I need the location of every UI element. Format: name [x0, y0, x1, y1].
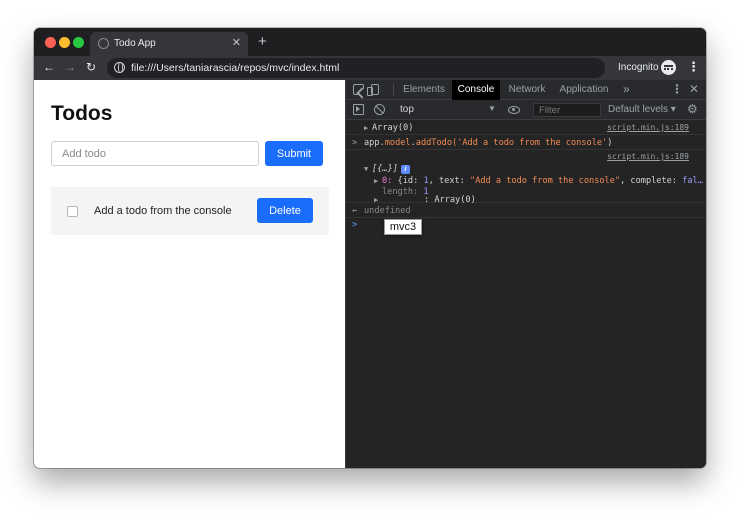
tab-title: Todo App	[114, 38, 156, 49]
forward-button[interactable]: →	[64, 60, 76, 74]
source-link[interactable]: script.min.js:189	[607, 123, 689, 132]
address-bar[interactable]: file:///Users/taniarascia/repos/mvc/inde…	[107, 58, 605, 78]
console-filter-bar: top ▼ Default levels ▾ ⚙	[346, 100, 706, 120]
array-length: length: 1	[382, 187, 429, 197]
array-summary[interactable]: [{…}] i	[372, 164, 410, 174]
browser-menu-button[interactable]: ⋮	[687, 59, 700, 75]
devtools-tab-bar: Elements Console Network Application » ⋮…	[346, 80, 706, 100]
console-command[interactable]: app.model.addTodo('Add a todo from the c…	[364, 138, 612, 148]
console-object-row: script.min.js:189 ▼ [{…}] i ▶ 0: {id: 1, …	[346, 150, 706, 205]
more-tabs-icon[interactable]: »	[623, 82, 630, 96]
browser-window: Todo App ✕ + ← → ↻ file:///Users/taniara…	[34, 28, 706, 468]
page-content: Todos Submit Add a todo from the console…	[34, 80, 345, 468]
new-tab-button[interactable]: +	[258, 33, 267, 50]
page-title: Todos	[51, 102, 113, 125]
eye-icon[interactable]	[508, 106, 520, 114]
console-filter-input[interactable]	[533, 103, 601, 117]
result-value: undefined	[364, 206, 411, 216]
inspect-element-icon[interactable]	[353, 84, 364, 95]
close-tab-icon[interactable]: ✕	[232, 36, 241, 49]
log-levels-select[interactable]: Default levels ▾	[608, 104, 676, 115]
gear-icon[interactable]: ⚙	[687, 102, 698, 116]
devtools-menu-icon[interactable]: ⋮	[671, 82, 683, 96]
console-log-text[interactable]: Array(0)	[372, 123, 413, 133]
console-sidebar-icon[interactable]	[353, 104, 364, 115]
incognito-label: Incognito	[618, 62, 659, 73]
expand-arrow-icon[interactable]: ▶	[374, 177, 378, 185]
result-arrow-icon: ←	[352, 206, 358, 216]
todo-text[interactable]: Add a todo from the console	[94, 205, 232, 217]
clear-console-icon[interactable]	[374, 104, 385, 115]
back-button[interactable]: ←	[43, 60, 55, 74]
tab-console[interactable]: Console	[452, 80, 500, 100]
console-row: ▶ Array(0) script.min.js:189	[346, 120, 706, 135]
collapse-arrow-icon[interactable]: ▼	[364, 165, 368, 173]
expand-arrow-icon[interactable]: ▶	[364, 124, 368, 132]
close-devtools-icon[interactable]: ✕	[689, 82, 699, 96]
console-output: ▶ Array(0) script.min.js:189 > app.model…	[346, 120, 706, 468]
console-result-row: ← undefined	[346, 203, 706, 218]
browser-toolbar: ← → ↻ file:///Users/taniarascia/repos/mv…	[34, 56, 706, 80]
site-info-icon[interactable]	[114, 62, 125, 73]
info-icon[interactable]: i	[400, 165, 410, 174]
devtools-panel: Elements Console Network Application » ⋮…	[345, 80, 706, 468]
todo-checkbox[interactable]	[67, 206, 78, 217]
add-todo-input[interactable]	[51, 141, 259, 166]
url-text[interactable]: file:///Users/taniarascia/repos/mvc/inde…	[131, 62, 339, 74]
tab-application[interactable]: Application	[554, 80, 614, 100]
context-select[interactable]: top	[400, 104, 414, 115]
command-prompt-icon: >	[352, 138, 358, 148]
incognito-icon[interactable]	[661, 60, 676, 75]
tab-network[interactable]: Network	[504, 80, 550, 100]
divider	[393, 84, 394, 96]
delete-button[interactable]: Delete	[257, 198, 313, 223]
tab-strip: Todo App ✕ +	[34, 28, 706, 56]
console-input-row[interactable]: >	[346, 218, 706, 232]
submit-button[interactable]: Submit	[265, 141, 323, 166]
todo-item: Add a todo from the console Delete	[51, 187, 329, 235]
array-item[interactable]: 0: {id: 1, text: "Add a todo from the co…	[382, 176, 703, 186]
tab-elements[interactable]: Elements	[398, 80, 450, 100]
console-command-row: > app.model.addTodo('Add a todo from the…	[346, 135, 706, 150]
tab-todo-app[interactable]: Todo App ✕	[90, 32, 248, 56]
maximize-window-icon[interactable]	[73, 37, 84, 48]
chevron-down-icon[interactable]: ▼	[488, 104, 496, 113]
close-window-icon[interactable]	[45, 37, 56, 48]
globe-icon	[98, 38, 109, 49]
device-toolbar-icon[interactable]	[367, 84, 379, 96]
reload-button[interactable]: ↻	[86, 60, 96, 74]
minimize-window-icon[interactable]	[59, 37, 70, 48]
source-link[interactable]: script.min.js:189	[607, 152, 689, 161]
input-prompt-icon: >	[352, 220, 358, 230]
